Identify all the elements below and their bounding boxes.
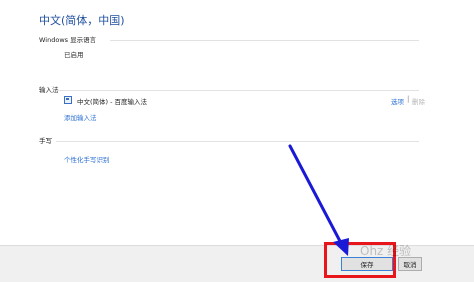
input-method-divider [56,90,419,91]
arrow-shaft [288,144,344,247]
handwriting-divider [56,141,419,142]
add-input-method-link[interactable]: 添加输入法 [64,112,97,122]
keyboard-icon [64,96,72,104]
ime-options-link[interactable]: 选项 [391,96,404,106]
page-title: 中文(简体，中国) [39,14,125,27]
display-language-status: 已启用 [64,51,84,59]
input-method-label: 输入法 [39,86,59,94]
handwriting-label: 手写 [39,137,52,145]
personalize-handwriting-link[interactable]: 个性化手写识别 [64,154,110,164]
display-language-divider [110,40,419,41]
ime-name: 中文(简体) - 百度输入法 [77,98,148,106]
display-language-label: Windows 显示语言 [39,36,97,44]
cancel-button[interactable]: 取消 [398,257,422,271]
ime-remove-link[interactable]: 删除 [412,96,425,106]
save-button[interactable]: 保存 [341,257,393,271]
link-separator: | [407,95,410,103]
